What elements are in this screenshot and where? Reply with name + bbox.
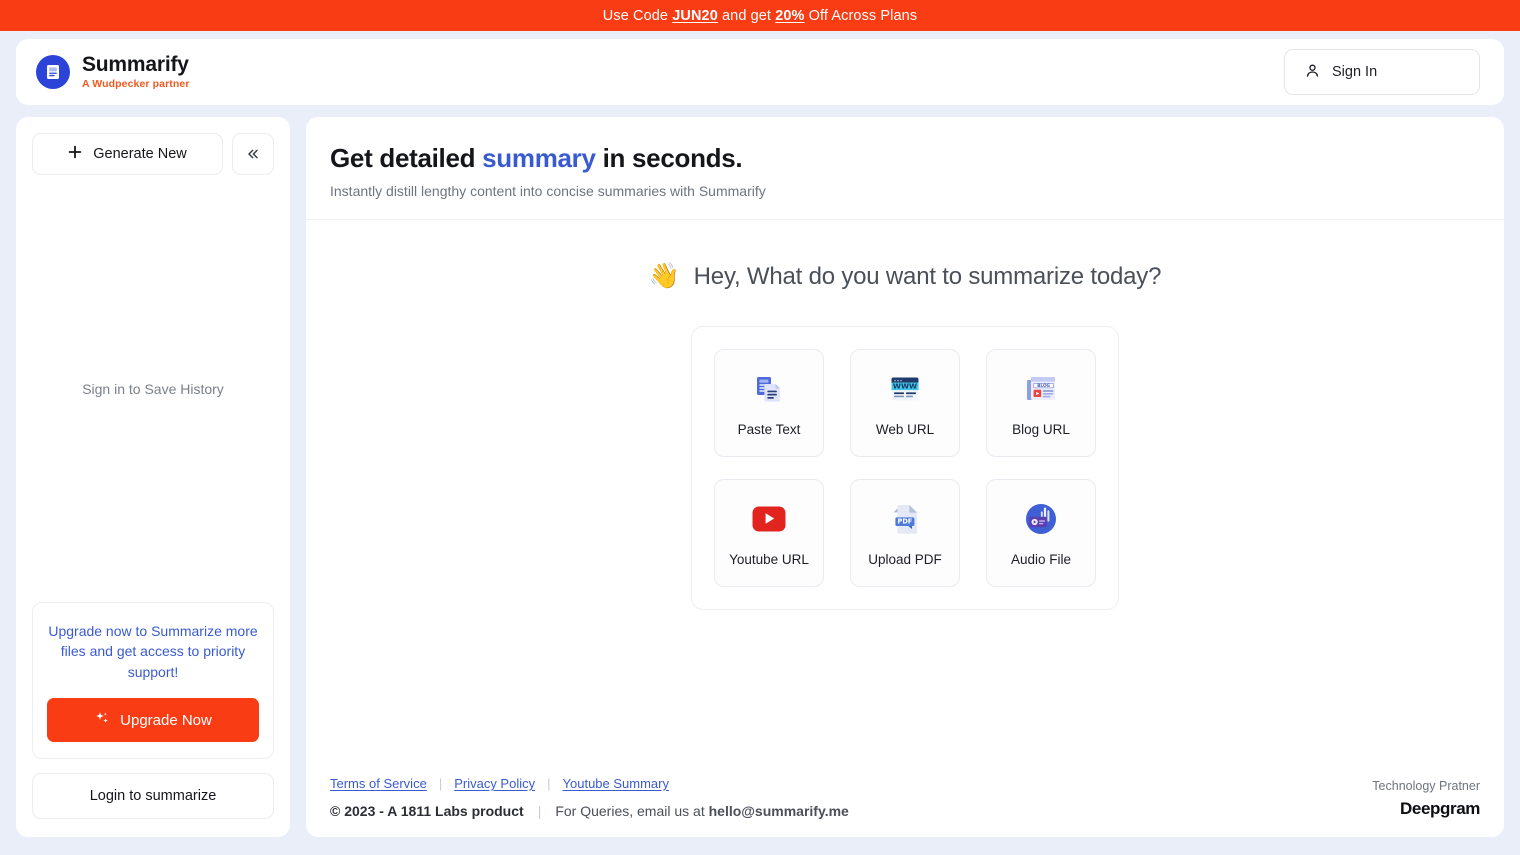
copyright-text: © 2023 - A 1811 Labs product <box>330 803 524 819</box>
generate-new-button[interactable]: Generate New <box>32 133 223 175</box>
contact-email[interactable]: hello@summarify.me <box>709 803 849 819</box>
paste-text-icon <box>750 370 788 408</box>
upgrade-now-label: Upgrade Now <box>120 711 212 729</box>
footer-link-youtube-summary[interactable]: Youtube Summary <box>563 776 669 791</box>
footer: Terms of Service | Privacy Policy | Yout… <box>306 776 1504 837</box>
footer-divider: | <box>547 776 551 791</box>
main-header: Get detailed summary in seconds. Instant… <box>306 117 1504 220</box>
body-container: Generate New Sign in to Save History Upg… <box>0 105 1520 855</box>
option-card-paste-text[interactable]: Paste Text <box>714 349 824 457</box>
partner-name: Deepgram <box>1400 799 1480 818</box>
upgrade-now-button[interactable]: Upgrade Now <box>47 698 259 742</box>
option-label: Upload PDF <box>868 551 942 567</box>
sidebar: Generate New Sign in to Save History Upg… <box>16 117 290 837</box>
sign-in-button[interactable]: Sign In <box>1284 49 1480 95</box>
generate-new-label: Generate New <box>93 146 187 162</box>
promo-discount[interactable]: 20% <box>775 8 804 24</box>
option-card-youtube-url[interactable]: Youtube URL <box>714 479 824 587</box>
title-accent: summary <box>482 143 596 173</box>
option-label: Blog URL <box>1012 421 1070 437</box>
queries-text: For Queries, email us at hello@summarify… <box>555 803 849 819</box>
greeting: 👋 Hey, What do you want to summarize tod… <box>649 262 1162 291</box>
title-suffix: in seconds. <box>595 143 743 173</box>
header-container: Summarify A Wudpecker partner Sign In <box>0 31 1520 105</box>
footer-links: Terms of Service | Privacy Policy | Yout… <box>330 776 849 791</box>
upgrade-message: Upgrade now to Summarize more files and … <box>48 623 258 680</box>
brand-subtitle: A Wudpecker partner <box>82 77 190 90</box>
promo-middle: and get <box>717 7 776 24</box>
web-url-icon: WWW <box>886 370 924 408</box>
brand-name: Summarify <box>82 53 189 77</box>
option-label: Audio File <box>1010 551 1072 567</box>
blog-url-icon: BLOG <box>1022 370 1060 408</box>
history-list: Sign in to Save History <box>32 175 274 602</box>
partner-label: Technology Pratner <box>1372 779 1480 793</box>
sparkles-icon <box>94 710 110 730</box>
login-to-summarize-button[interactable]: Login to summarize <box>32 773 274 819</box>
audio-file-icon <box>1022 500 1060 538</box>
promo-banner: Use Code JUN20 and get 20% Off Across Pl… <box>0 0 1520 31</box>
technology-partner: Technology Pratner Deepgram <box>1372 779 1480 819</box>
footer-divider: | <box>537 803 542 819</box>
app-header: Summarify A Wudpecker partner Sign In <box>16 39 1504 105</box>
option-card-web-url[interactable]: WWW Web URL <box>850 349 960 457</box>
footer-link-terms[interactable]: Terms of Service <box>330 776 427 791</box>
svg-text:WWW: WWW <box>893 381 917 390</box>
option-card-upload-pdf[interactable]: PDF Upload PDF <box>850 479 960 587</box>
option-label: Web URL <box>875 421 935 437</box>
login-label: Login to summarize <box>89 788 217 804</box>
footer-divider: | <box>438 776 443 791</box>
brand[interactable]: Summarify A Wudpecker partner <box>36 53 190 90</box>
promo-suffix: Off Across Plans <box>804 7 918 24</box>
greeting-text: Hey, What do you want to summarize today… <box>693 262 1162 290</box>
chevrons-left-icon[interactable] <box>232 133 274 175</box>
main-content: 👋 Hey, What do you want to summarize tod… <box>306 220 1504 776</box>
brand-text: Summarify A Wudpecker partner <box>82 53 190 90</box>
user-icon <box>1305 63 1320 82</box>
footer-left: Terms of Service | Privacy Policy | Yout… <box>330 776 849 819</box>
youtube-icon <box>750 500 788 538</box>
option-card-blog-url[interactable]: BLOG Blog URL <box>986 349 1096 457</box>
page-subtitle: Instantly distill lengthy content into c… <box>330 183 766 199</box>
input-options-panel: Paste Text WWW Web URL BLOG Blog URL You… <box>691 326 1119 610</box>
option-label: Paste Text <box>737 421 801 437</box>
svg-text:BLOG: BLOG <box>1037 383 1050 388</box>
plus-icon <box>68 145 82 163</box>
sign-in-label: Sign In <box>1332 64 1378 80</box>
document-logo-icon <box>36 54 70 89</box>
promo-prefix: Use Code <box>602 7 673 24</box>
page-title: Get detailed summary in seconds. <box>330 143 1480 174</box>
sidebar-top-actions: Generate New <box>32 133 274 175</box>
upgrade-card: Upgrade now to Summarize more files and … <box>32 602 274 759</box>
title-prefix: Get detailed <box>330 143 483 173</box>
option-label: Youtube URL <box>729 551 809 567</box>
waving-hand-icon: 👋 <box>648 262 680 290</box>
main-panel: Get detailed summary in seconds. Instant… <box>306 117 1504 837</box>
pdf-file-icon: PDF <box>886 500 924 538</box>
queries-prefix: For Queries, email us at <box>555 803 709 819</box>
app-root: Use Code JUN20 and get 20% Off Across Pl… <box>0 0 1520 855</box>
option-card-audio-file[interactable]: Audio File <box>986 479 1096 587</box>
history-empty-message: Sign in to Save History <box>82 380 224 397</box>
footer-link-privacy[interactable]: Privacy Policy <box>454 776 535 791</box>
promo-code[interactable]: JUN20 <box>672 8 718 24</box>
footer-copyright-row: © 2023 - A 1811 Labs product | For Queri… <box>330 803 849 819</box>
svg-text:PDF: PDF <box>897 517 912 525</box>
